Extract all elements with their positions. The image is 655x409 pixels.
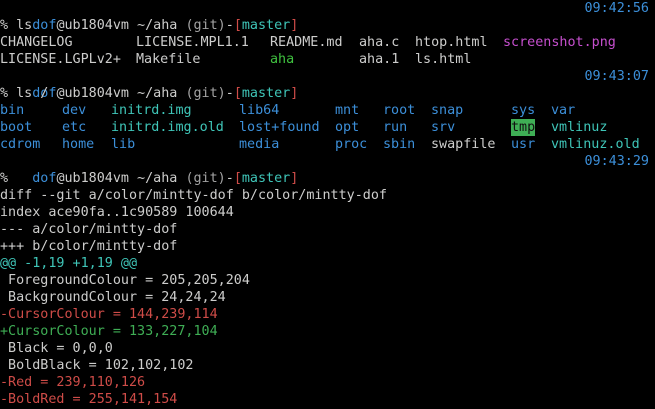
prompt-bracket-open: [ (233, 86, 242, 101)
prompt-vcs: (git) (185, 86, 226, 101)
prompt-path: ~/aha (129, 18, 186, 33)
dir-entry: run (383, 120, 408, 135)
dir-entry: bin (0, 103, 25, 118)
command-line: % ls (0, 18, 33, 33)
prompt-host: @ub1804vm (56, 86, 129, 101)
prompt-branch: master (241, 18, 291, 33)
prompt-bracket-close: ] (290, 171, 299, 186)
dir-entry: lib (111, 137, 136, 152)
diff-removed-line: -BoldRed = 255,141,154 (0, 392, 178, 407)
diff-context-line: BackgroundColour = 24,24,24 (0, 290, 226, 305)
dir-entry: usr (511, 137, 536, 152)
dir-entry: home (62, 137, 95, 152)
prompt-host: @ub1804vm (56, 171, 129, 186)
sticky-dir-entry: tmp (511, 119, 536, 136)
dir-entry: cdrom (0, 137, 41, 152)
file-entry: htop.html (415, 35, 488, 50)
prompt-branch: master (241, 86, 291, 101)
prompt-vcs: (git) (185, 171, 226, 186)
file-entry: Makefile (136, 52, 201, 67)
prompt-vcs: (git) (185, 18, 226, 33)
prompt-dash: - (225, 171, 234, 186)
diff-context-line: ForegroundColour = 205,205,204 (0, 273, 250, 288)
file-entry: swapfile (431, 137, 496, 152)
command-line: % (0, 171, 9, 186)
prompt-user: dof (32, 171, 57, 186)
dir-entry: snap (431, 103, 464, 118)
diff-removed-line: -CursorColour = 144,239,114 (0, 307, 218, 322)
prompt-bracket-close: ] (290, 18, 299, 33)
prompt-user: dof (32, 18, 57, 33)
symlink-entry: initrd.img.old (111, 120, 224, 135)
prompt-line: dof@ub1804vm ~/aha (git)-[master] 09:43:… (0, 68, 655, 101)
diff-header-line: diff --git a/color/mintty-dof b/color/mi… (0, 188, 387, 203)
symlink-entry: vmlinuz.old (551, 137, 640, 152)
prompt-bracket-open: [ (233, 18, 242, 33)
prompt-path: ~/aha (129, 86, 186, 101)
prompt-time: 09:43:29 (584, 154, 650, 169)
prompt-branch: master (241, 171, 291, 186)
file-entry-executable: aha (270, 52, 295, 67)
diff-context-line: BoldBlack = 102,102,102 (0, 358, 194, 373)
prompt-bracket-close: ] (290, 86, 299, 101)
dir-entry: dev (62, 103, 87, 118)
dir-entry: opt (335, 120, 360, 135)
file-entry: LICENSE.LGPLv2+ (0, 52, 121, 67)
file-entry: aha.c (359, 35, 400, 50)
dir-entry: mnt (335, 103, 360, 118)
dir-entry: lost+found (239, 120, 320, 135)
prompt-dash: - (225, 86, 234, 101)
ls-output-row: cdrom home lib media proc sbin swapfile … (0, 136, 655, 153)
diff-new-file-line: +++ b/color/mintty-dof (0, 239, 178, 254)
diff-old-file-line: --- a/color/mintty-dof (0, 222, 178, 237)
command-line: % ls / (0, 86, 49, 101)
dir-entry: boot (0, 120, 33, 135)
dir-entry: sbin (383, 137, 416, 152)
diff-hunk-header: @@ -1,19 +1,19 @@ (0, 256, 138, 271)
prompt-line: dof@ub1804vm ~/aha (git)-[master] 09:42:… (0, 0, 655, 33)
dir-entry: root (383, 103, 416, 118)
dir-entry: sys (511, 103, 536, 118)
prompt-host: @ub1804vm (56, 18, 129, 33)
prompt-dash: - (225, 18, 234, 33)
ls-output-row: CHANGELOG LICENSE.MPL1.1 README.md aha.c… (0, 34, 655, 51)
diff-removed-line: -Red = 239,110,126 (0, 375, 146, 390)
dir-entry: etc (62, 120, 87, 135)
symlink-entry: vmlinuz (551, 120, 608, 135)
file-entry: LICENSE.MPL1.1 (136, 35, 249, 50)
prompt-bracket-open: [ (233, 171, 242, 186)
file-entry-image: screenshot.png (503, 35, 616, 50)
file-entry: aha.1 (359, 52, 400, 67)
dir-entry: lib64 (239, 103, 280, 118)
dir-entry: proc (335, 137, 368, 152)
file-entry: ls.html (415, 52, 472, 67)
terminal-window[interactable]: dof@ub1804vm ~/aha (git)-[master] 09:42:… (0, 0, 655, 409)
prompt-time: 09:42:56 (584, 1, 650, 16)
dir-entry: var (551, 103, 576, 118)
symlink-entry: initrd.img (111, 103, 192, 118)
file-entry: CHANGELOG (0, 35, 73, 50)
dir-entry: srv (431, 120, 456, 135)
dir-entry: media (239, 137, 280, 152)
diff-context-line: Black = 0,0,0 (0, 341, 113, 356)
diff-index-line: index ace90fa..1c90589 100644 (0, 205, 234, 220)
ls-output-row: bin dev initrd.img lib64 mnt root snap s… (0, 102, 655, 119)
prompt-line: dof@ub1804vm ~/aha (git)-[master] 09:43:… (0, 153, 655, 186)
prompt-time: 09:43:07 (584, 69, 650, 84)
file-entry: README.md (270, 35, 343, 50)
diff-added-line: +CursorColour = 133,227,104 (0, 324, 218, 339)
prompt-path: ~/aha (129, 171, 186, 186)
ls-output-row: LICENSE.LGPLv2+ Makefile aha aha.1 ls.ht… (0, 51, 655, 68)
ls-output-row: boot etc initrd.img.old lost+found opt r… (0, 119, 655, 136)
